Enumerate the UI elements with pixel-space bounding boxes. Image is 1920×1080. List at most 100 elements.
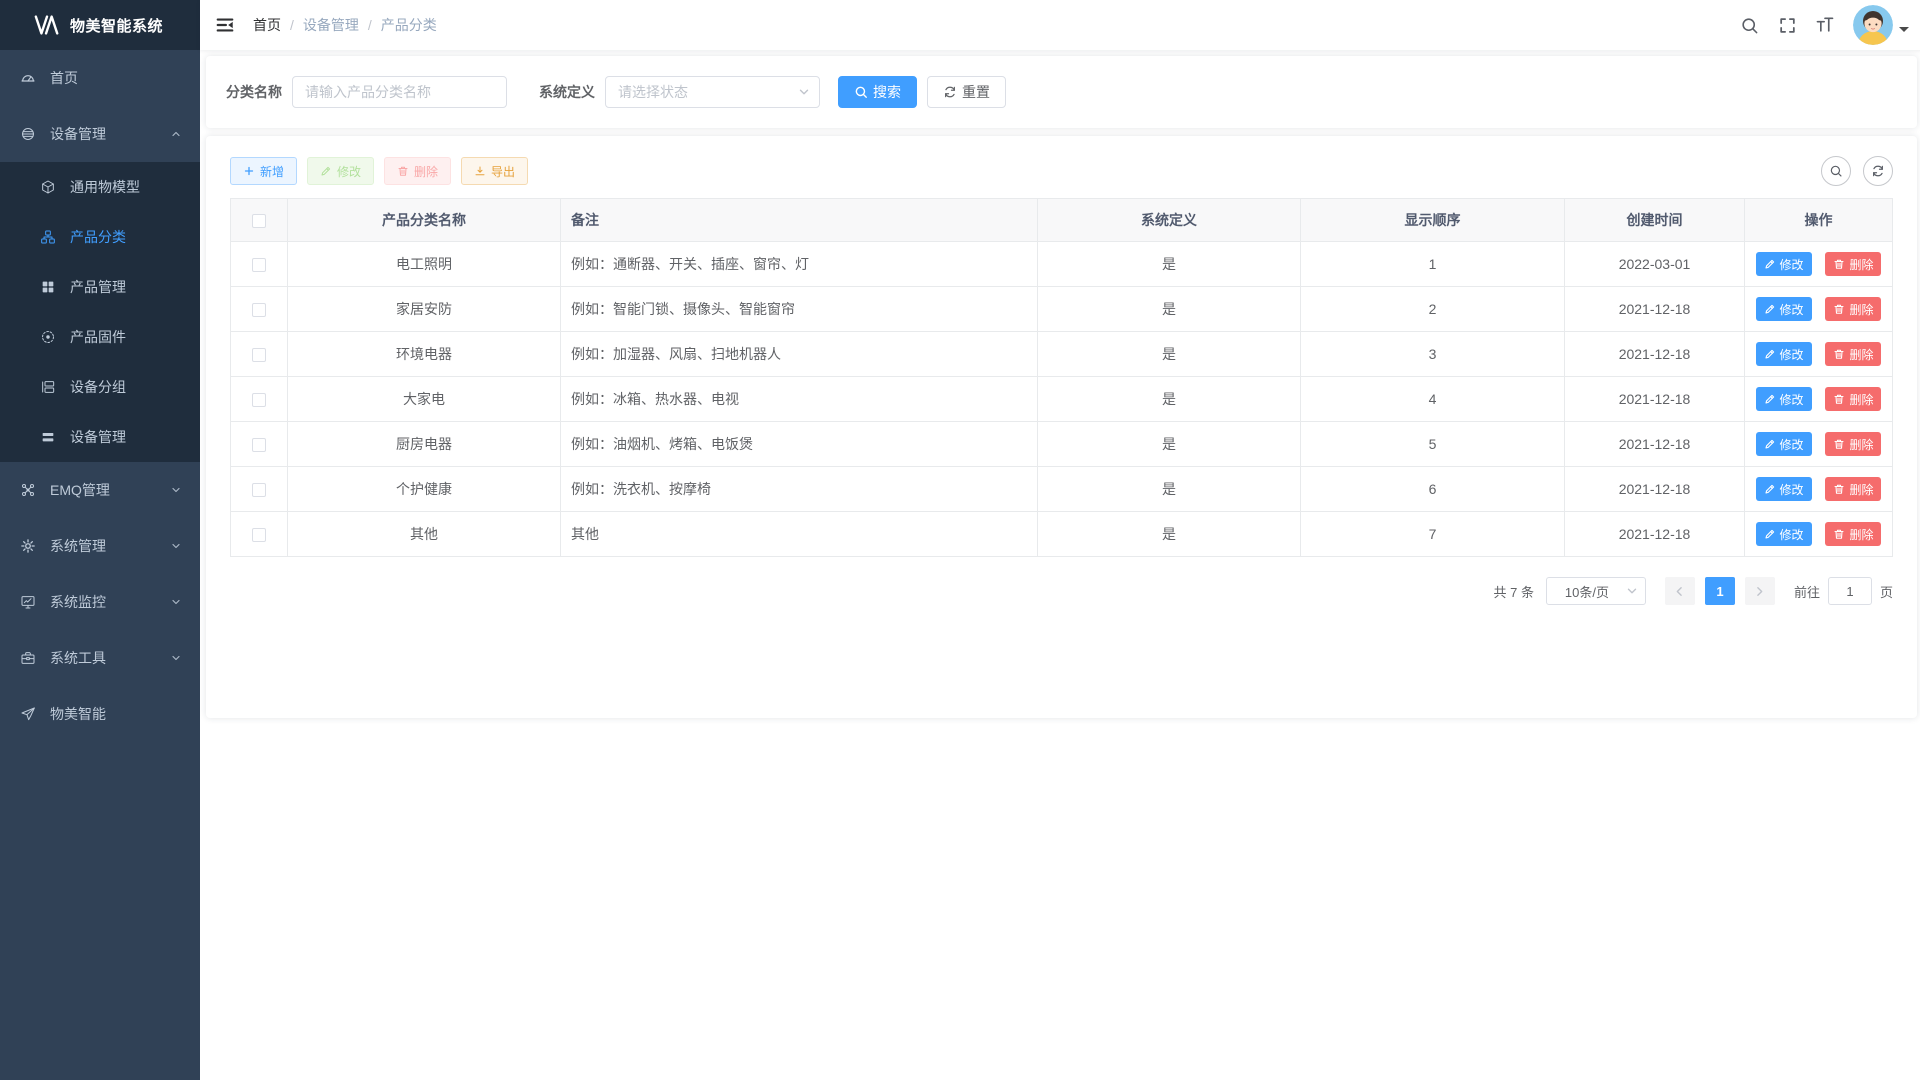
breadcrumb-home[interactable]: 首页 xyxy=(253,15,281,35)
pencil-icon xyxy=(1764,258,1776,270)
edit-button[interactable]: 修改 xyxy=(307,157,374,185)
refresh-icon xyxy=(943,85,957,99)
sidebar-subitem-product-category[interactable]: 产品分类 xyxy=(0,212,200,262)
sidebar-menu: 首页 设备管理 通用物模型 产品分类 产品管理 产品固件 设备分组 设备管理 E… xyxy=(0,50,200,742)
sidebar-item-emq-management[interactable]: EMQ管理 xyxy=(0,462,200,518)
cell-display-order: 3 xyxy=(1301,332,1565,377)
row-delete-button[interactable]: 删除 xyxy=(1825,342,1881,366)
sidebar-subitem-product-management[interactable]: 产品管理 xyxy=(0,262,200,312)
row-delete-button[interactable]: 删除 xyxy=(1825,432,1881,456)
sidebar-item-home[interactable]: 首页 xyxy=(0,50,200,106)
sidebar-item-system-monitor[interactable]: 系统监控 xyxy=(0,574,200,630)
search-form: 分类名称 系统定义 请选择状态 搜索 重置 xyxy=(226,76,1897,108)
row-edit-button[interactable]: 修改 xyxy=(1756,477,1812,501)
header-display-order: 显示顺序 xyxy=(1301,199,1565,242)
add-button[interactable]: 新增 xyxy=(230,157,297,185)
cell-system-defined: 是 xyxy=(1038,287,1301,332)
hide-search-button[interactable] xyxy=(1821,156,1851,186)
breadcrumb-product-category: 产品分类 xyxy=(381,15,437,35)
row-delete-button[interactable]: 删除 xyxy=(1825,522,1881,546)
sidebar-item-system-tools[interactable]: 系统工具 xyxy=(0,630,200,686)
sidebar-item-device-management[interactable]: 设备管理 xyxy=(0,106,200,162)
table-row: 家居安防 例如：智能门锁、摄像头、智能窗帘 是 2 2021-12-18 修改 … xyxy=(231,287,1893,332)
search-button[interactable]: 搜索 xyxy=(838,76,917,108)
search-icon[interactable] xyxy=(1739,15,1759,35)
row-edit-button[interactable]: 修改 xyxy=(1756,387,1812,411)
sidebar-item-wumei-smart[interactable]: 物美智能 xyxy=(0,686,200,742)
cell-created-time: 2021-12-18 xyxy=(1565,377,1745,422)
sidebar-subitem-product-firmware[interactable]: 产品固件 xyxy=(0,312,200,362)
row-delete-button[interactable]: 删除 xyxy=(1825,252,1881,276)
main-area: 首页 / 设备管理 / 产品分类 xyxy=(200,0,1920,1080)
header-actions: 操作 xyxy=(1745,199,1893,242)
pencil-icon xyxy=(1764,303,1776,315)
cell-remark: 例如：冰箱、热水器、电视 xyxy=(561,377,1038,422)
table-toolbar: 新增 修改 删除 导出 xyxy=(230,156,1893,186)
pencil-icon xyxy=(320,165,332,177)
cell-display-order: 2 xyxy=(1301,287,1565,332)
row-delete-button[interactable]: 删除 xyxy=(1825,477,1881,501)
app-logo[interactable]: 物美智能系统 xyxy=(0,0,200,50)
row-delete-button[interactable]: 删除 xyxy=(1825,387,1881,411)
fullscreen-icon[interactable] xyxy=(1777,15,1797,35)
row-checkbox[interactable] xyxy=(252,348,266,362)
grid-icon xyxy=(40,279,56,295)
system-defined-select[interactable]: 请选择状态 xyxy=(605,76,820,108)
cell-remark: 例如：洗衣机、按摩椅 xyxy=(561,467,1038,512)
font-size-icon[interactable] xyxy=(1815,15,1835,35)
cell-remark: 例如：油烟机、烤箱、电饭煲 xyxy=(561,422,1038,467)
cell-category-name: 厨房电器 xyxy=(288,422,561,467)
row-edit-button[interactable]: 修改 xyxy=(1756,342,1812,366)
row-checkbox[interactable] xyxy=(252,438,266,452)
goto-page-input[interactable] xyxy=(1828,577,1872,605)
chevron-down-icon xyxy=(1625,584,1639,598)
app-title: 物美智能系统 xyxy=(70,15,163,36)
cell-created-time: 2021-12-18 xyxy=(1565,422,1745,467)
row-checkbox[interactable] xyxy=(252,483,266,497)
row-edit-button[interactable]: 修改 xyxy=(1756,432,1812,456)
select-all-checkbox[interactable] xyxy=(252,214,266,228)
select-placeholder: 请选择状态 xyxy=(618,82,688,102)
row-edit-button[interactable]: 修改 xyxy=(1756,297,1812,321)
row-checkbox[interactable] xyxy=(252,303,266,317)
refresh-table-button[interactable] xyxy=(1863,156,1893,186)
row-edit-button[interactable]: 修改 xyxy=(1756,522,1812,546)
category-name-input[interactable] xyxy=(292,76,507,108)
page-size-select[interactable]: 10条/页 xyxy=(1546,577,1646,605)
user-menu[interactable] xyxy=(1853,5,1909,45)
drone-icon xyxy=(20,482,36,498)
sidebar-subitem-device-group[interactable]: 设备分组 xyxy=(0,362,200,412)
sidebar-subitem-thing-model[interactable]: 通用物模型 xyxy=(0,162,200,212)
row-delete-button[interactable]: 删除 xyxy=(1825,297,1881,321)
export-button[interactable]: 导出 xyxy=(461,157,528,185)
next-page-button[interactable] xyxy=(1745,577,1775,605)
table-row: 厨房电器 例如：油烟机、烤箱、电饭煲 是 5 2021-12-18 修改 删除 xyxy=(231,422,1893,467)
row-checkbox[interactable] xyxy=(252,258,266,272)
cell-created-time: 2021-12-18 xyxy=(1565,467,1745,512)
cell-system-defined: 是 xyxy=(1038,512,1301,557)
cell-system-defined: 是 xyxy=(1038,377,1301,422)
toolbox-icon xyxy=(20,650,36,666)
sidebar-subitem-device-list[interactable]: 设备管理 xyxy=(0,412,200,462)
trash-icon xyxy=(1833,528,1845,540)
sidebar-item-system-management[interactable]: 系统管理 xyxy=(0,518,200,574)
prev-page-button[interactable] xyxy=(1665,577,1695,605)
delete-button[interactable]: 删除 xyxy=(384,157,451,185)
cell-category-name: 电工照明 xyxy=(288,242,561,287)
breadcrumb: 首页 / 设备管理 / 产品分类 xyxy=(253,15,437,35)
breadcrumb-separator: / xyxy=(368,17,372,33)
trash-icon xyxy=(1833,483,1845,495)
sidebar-fold-icon[interactable] xyxy=(215,14,237,36)
cell-created-time: 2021-12-18 xyxy=(1565,332,1745,377)
row-checkbox[interactable] xyxy=(252,393,266,407)
row-checkbox[interactable] xyxy=(252,528,266,542)
header-system-defined: 系统定义 xyxy=(1038,199,1301,242)
category-name-label: 分类名称 xyxy=(226,82,282,102)
reset-button[interactable]: 重置 xyxy=(927,76,1006,108)
avatar[interactable] xyxy=(1853,5,1893,45)
pencil-icon xyxy=(1764,348,1776,360)
page-number-1[interactable]: 1 xyxy=(1705,577,1735,605)
table-row: 个护健康 例如：洗衣机、按摩椅 是 6 2021-12-18 修改 删除 xyxy=(231,467,1893,512)
chevron-down-icon xyxy=(170,652,182,664)
row-edit-button[interactable]: 修改 xyxy=(1756,252,1812,276)
